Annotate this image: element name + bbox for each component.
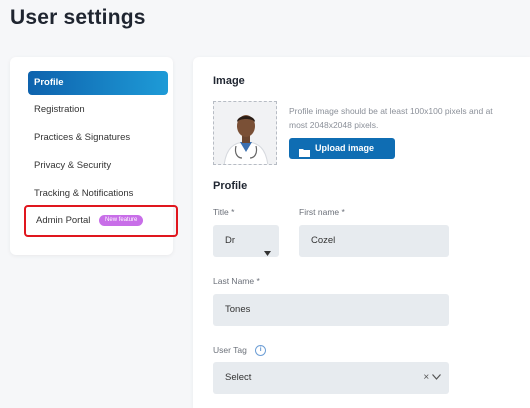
info-icon[interactable]: i [255, 345, 267, 357]
sidebar-item-label: Admin Portal [36, 215, 91, 226]
last-name-input[interactable]: Tones [213, 294, 449, 326]
first-name-label: First name * [299, 207, 345, 217]
sidebar-item-tracking-notifications[interactable]: Tracking & Notifications [28, 182, 168, 206]
last-name-value: Tones [225, 304, 251, 315]
page-title: User settings [10, 6, 146, 29]
sidebar-item-profile[interactable]: Profile [28, 71, 168, 95]
sidebar-item-label: Privacy & Security [34, 160, 112, 171]
user-tag-label: User Tag [213, 345, 247, 355]
sidebar-item-privacy-security[interactable]: Privacy & Security [28, 154, 168, 178]
sidebar-item-registration[interactable]: Registration [28, 98, 168, 122]
first-name-value: Cozel [311, 235, 336, 246]
clear-icon[interactable]: × [423, 372, 429, 383]
user-tag-select[interactable]: Select × [213, 362, 449, 394]
user-tag-placeholder: Select [225, 372, 252, 383]
user-tag-label-row: User Tag i [213, 345, 267, 357]
sidebar-item-label: Profile [34, 77, 64, 88]
title-select[interactable]: Dr [213, 225, 279, 257]
profile-section-title: Profile [213, 180, 248, 192]
new-feature-badge: New feature [99, 214, 144, 226]
doctor-avatar-icon [214, 102, 276, 164]
settings-sidebar: Profile Registration Practices & Signatu… [10, 57, 178, 255]
chevron-down-icon[interactable] [432, 372, 441, 383]
sidebar-item-label: Registration [34, 104, 85, 115]
sidebar-item-admin-portal[interactable]: Admin Portal New feature [30, 209, 170, 233]
profile-avatar [213, 101, 277, 165]
first-name-input[interactable]: Cozel [299, 225, 449, 257]
image-section-title: Image [213, 75, 245, 87]
sidebar-item-label: Practices & Signatures [34, 132, 131, 143]
caret-down-icon [264, 238, 271, 270]
profile-panel: Image Profile image should be at least 1… [193, 57, 530, 408]
title-value: Dr [225, 235, 236, 246]
sidebar-item-label: Tracking & Notifications [34, 188, 134, 199]
sidebar-item-practices-signatures[interactable]: Practices & Signatures [28, 126, 168, 150]
image-size-hint: Profile image should be at least 100x100… [289, 106, 493, 130]
folder-icon [299, 144, 310, 165]
last-name-label: Last Name * [213, 276, 260, 286]
upload-image-label: Upload image [315, 143, 375, 153]
title-label: Title * [213, 207, 235, 217]
upload-image-button[interactable]: Upload image [289, 138, 395, 159]
